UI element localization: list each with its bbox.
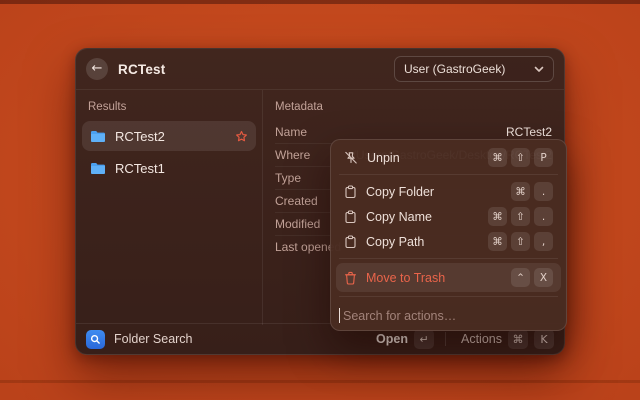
back-arrow-icon: ← [92,58,103,80]
list-item-rctest2[interactable]: RCTest2 [82,121,256,151]
shortcut-keys: ⌘ ⇧ P [488,148,553,167]
pin-slash-icon [344,151,358,165]
user-dropdown[interactable]: User (GastroGeek) [394,56,554,82]
folder-icon [90,162,106,175]
menu-item-move-to-trash[interactable]: Move to Trash ⌃ X [336,263,561,292]
shortcut-keys: ⌃ X [511,268,553,287]
k-keycap: K [534,329,554,349]
menu-item-copy-path[interactable]: Copy Path ⌘ ⇧ , [336,229,561,254]
shortcut-keys: ⌘ ⇧ . [488,207,553,226]
meta-value: RCTest2 [506,125,552,139]
shortcut-keys: ⌘ . [511,182,553,201]
results-section-label: Results [88,101,250,113]
menu-divider [339,258,558,259]
meta-label: Modified [275,217,320,231]
menu-item-copy-name[interactable]: Copy Name ⌘ ⇧ . [336,204,561,229]
metadata-section-label: Metadata [275,101,546,113]
menu-item-label: Unpin [367,151,400,165]
window-header: ← RCTest User (GastroGeek) [76,49,564,90]
desktop-background: ← RCTest User (GastroGeek) Results RCTes… [0,0,640,400]
list-item-label: RCTest2 [115,129,165,144]
actions-button[interactable]: Actions [461,332,502,346]
wallpaper-top-band [0,0,640,4]
meta-label: Type [275,171,301,185]
wallpaper-lower-band [0,380,640,383]
return-keycap: ↵ [414,329,434,349]
menu-divider [339,174,558,175]
menu-item-label: Copy Folder [366,185,434,199]
action-search-input[interactable] [340,309,557,323]
meta-label: Where [275,148,310,162]
back-button[interactable]: ← [86,58,108,80]
extension-name: Folder Search [114,332,193,346]
clipboard-icon [344,210,357,224]
shortcut-keys: ⌘ ⇧ , [488,232,553,251]
footer-divider [445,332,446,346]
menu-item-label: Copy Name [366,210,432,224]
cmd-keycap: ⌘ [508,329,528,349]
page-title: RCTest [118,62,165,77]
clipboard-icon [344,235,357,249]
list-item-rctest1[interactable]: RCTest1 [82,153,256,183]
pinned-star-icon [235,130,248,143]
action-search [336,301,561,330]
list-item-label: RCTest1 [115,161,165,176]
menu-item-label: Copy Path [366,235,424,249]
menu-item-unpin[interactable]: Unpin ⌘ ⇧ P [336,145,561,170]
results-pane: Results RCTest2 RCTest1 [76,90,263,325]
folder-search-extension-icon [86,330,105,349]
footer-actions: Open ↵ Actions ⌘ K [376,329,554,349]
user-dropdown-value: User (GastroGeek) [404,62,505,76]
folder-icon [90,130,106,143]
open-button[interactable]: Open [376,332,408,346]
menu-divider [339,296,558,297]
menu-item-label: Move to Trash [366,271,445,285]
chevron-down-icon [534,66,544,73]
text-caret [339,308,340,323]
meta-label: Name [275,125,307,139]
action-menu: Unpin ⌘ ⇧ P Copy Folder ⌘ . Copy Name [330,139,567,331]
meta-label: Created [275,194,318,208]
trash-icon [344,271,357,285]
menu-item-copy-folder[interactable]: Copy Folder ⌘ . [336,179,561,204]
clipboard-icon [344,185,357,199]
